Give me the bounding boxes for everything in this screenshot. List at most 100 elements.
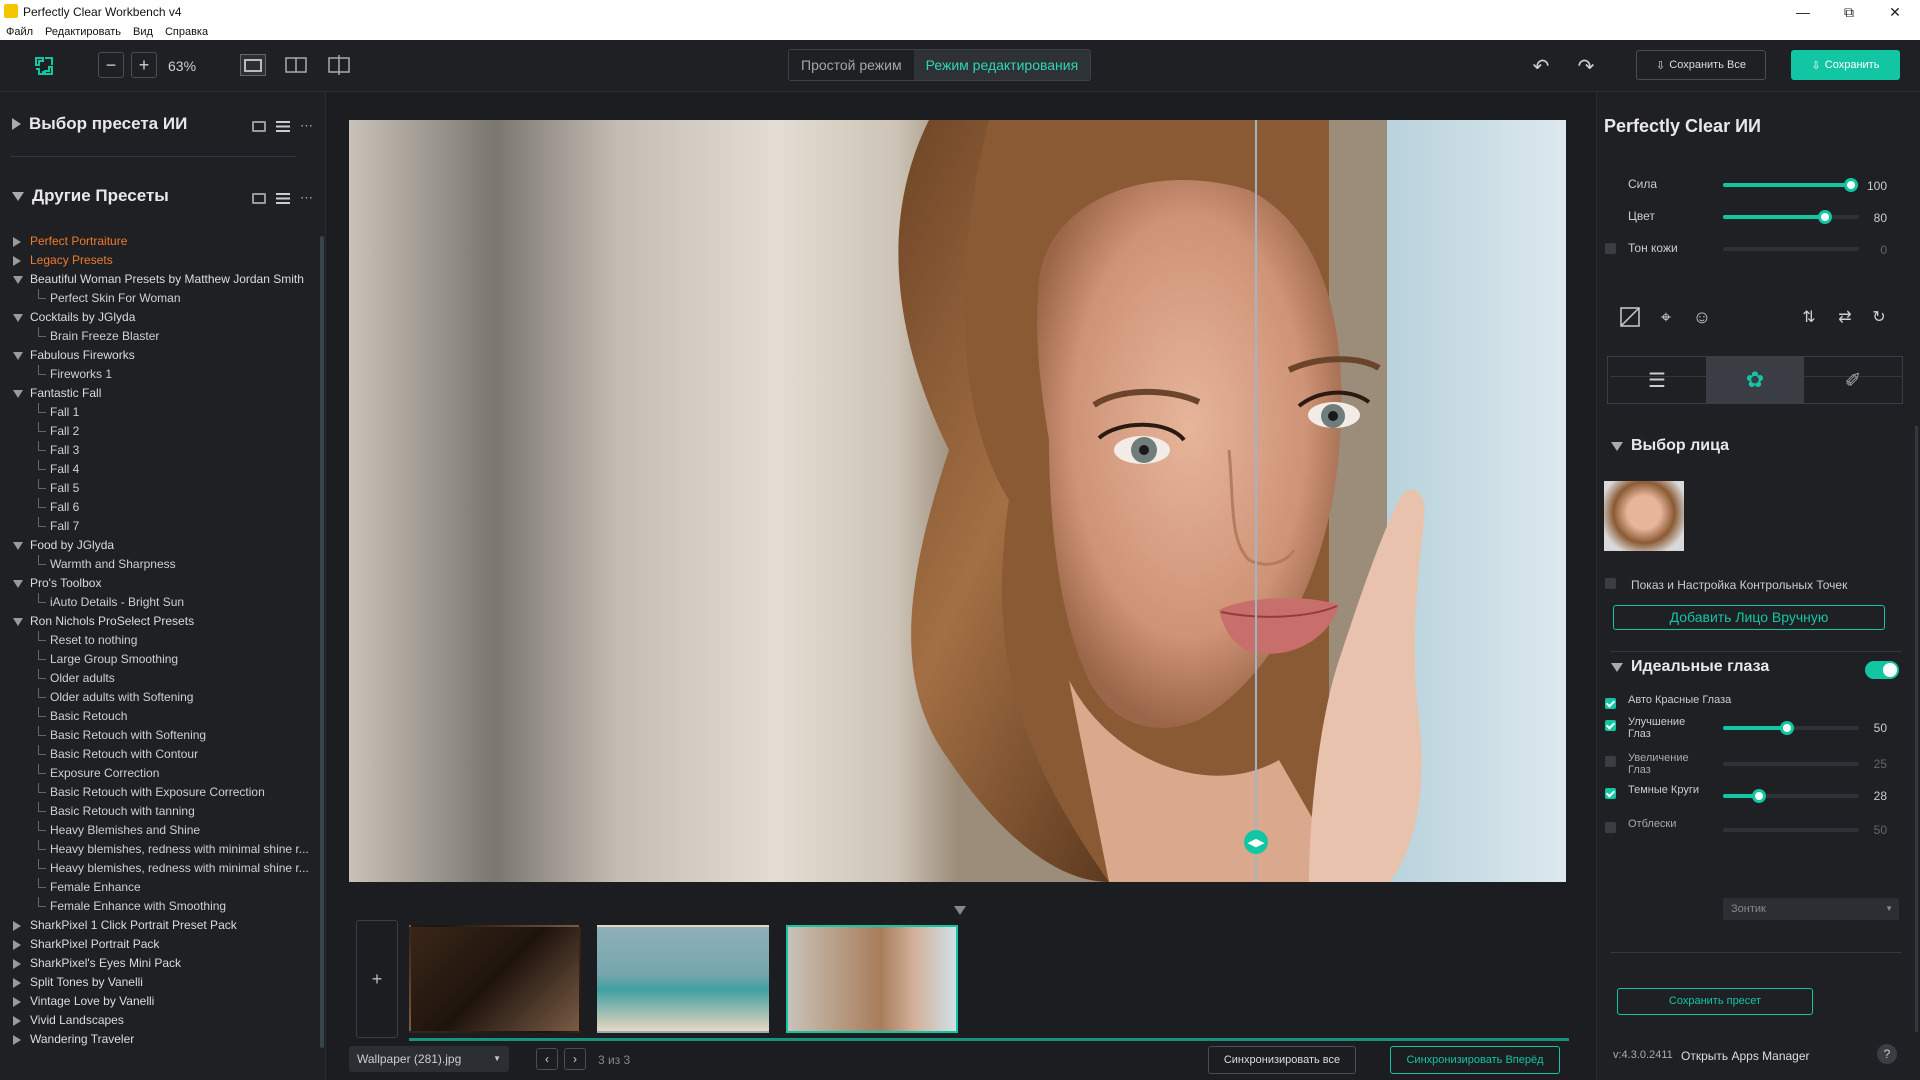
filmstrip-scrollbar[interactable] bbox=[409, 1038, 1569, 1041]
eye-option-slider[interactable] bbox=[1723, 721, 1859, 735]
preset-group[interactable]: SharkPixel 1 Click Portrait Preset Pack bbox=[0, 916, 320, 935]
eye-option-checkbox[interactable] bbox=[1605, 822, 1616, 833]
slider-track[interactable] bbox=[1723, 247, 1859, 251]
zoom-out-button[interactable]: − bbox=[98, 52, 124, 78]
rotate-icon[interactable]: ↻ bbox=[1868, 306, 1890, 328]
eye-option-checkbox[interactable] bbox=[1605, 720, 1616, 731]
preset-group[interactable]: Vintage Love by Vanelli bbox=[0, 992, 320, 1011]
filmstrip-thumb-1[interactable] bbox=[409, 925, 581, 1033]
undo-icon[interactable]: ↶ bbox=[1529, 54, 1553, 78]
tab-face-icon[interactable]: ✿ bbox=[1706, 357, 1804, 403]
list-view-icon[interactable] bbox=[276, 192, 290, 204]
preset-item[interactable]: Basic Retouch with Exposure Correction bbox=[0, 783, 320, 802]
list-view-icon[interactable] bbox=[276, 120, 290, 132]
preset-item[interactable]: Fall 3 bbox=[0, 441, 320, 460]
menu-edit[interactable]: Редактировать bbox=[39, 24, 127, 40]
preset-item[interactable]: Basic Retouch with Contour bbox=[0, 745, 320, 764]
preset-item[interactable]: Heavy blemishes, redness with minimal sh… bbox=[0, 840, 320, 859]
mode-edit-tab[interactable]: Режим редактирования bbox=[913, 50, 1091, 80]
preset-item[interactable]: Perfect Skin For Woman bbox=[0, 289, 320, 308]
adjustments-scrollbar[interactable] bbox=[1915, 426, 1918, 1032]
collapse-icon[interactable] bbox=[13, 542, 23, 550]
preset-group[interactable]: Vivid Landscapes bbox=[0, 1011, 320, 1030]
preset-group[interactable]: Split Tones by Vanelli bbox=[0, 973, 320, 992]
slider-track[interactable] bbox=[1723, 178, 1859, 192]
preset-item[interactable]: Exposure Correction bbox=[0, 764, 320, 783]
mode-simple-tab[interactable]: Простой режим bbox=[789, 50, 914, 80]
sync-forward-button[interactable]: Синхронизировать Вперёд bbox=[1390, 1046, 1560, 1074]
preset-group[interactable]: Legacy Presets bbox=[0, 251, 320, 270]
preset-item[interactable]: Brain Freeze Blaster bbox=[0, 327, 320, 346]
expand-icon[interactable] bbox=[13, 959, 21, 969]
expand-icon[interactable] bbox=[13, 237, 21, 247]
photo-preview[interactable]: ◀▶ bbox=[349, 120, 1566, 882]
more-options-icon[interactable]: ⋯ bbox=[300, 190, 313, 206]
save-all-button[interactable]: ⇩ Сохранить Все bbox=[1636, 50, 1766, 80]
preset-group[interactable]: SharkPixel's Eyes Mini Pack bbox=[0, 954, 320, 973]
preset-item[interactable]: Basic Retouch bbox=[0, 707, 320, 726]
eye-option-checkbox[interactable] bbox=[1605, 756, 1616, 767]
presets-scrollbar[interactable] bbox=[320, 236, 324, 1048]
eye-option-slider[interactable] bbox=[1723, 828, 1859, 832]
crop-icon[interactable]: ⌖ bbox=[1655, 306, 1677, 328]
collapse-icon[interactable] bbox=[13, 352, 23, 360]
preset-group[interactable]: Cocktails by JGlyda bbox=[0, 308, 320, 327]
preset-group[interactable]: Beautiful Woman Presets by Matthew Jorda… bbox=[0, 270, 320, 289]
collapse-icon[interactable] bbox=[13, 276, 23, 284]
preset-group[interactable]: Ron Nichols ProSelect Presets bbox=[0, 612, 320, 631]
preset-item[interactable]: Fall 4 bbox=[0, 460, 320, 479]
preset-group[interactable]: SharkPixel Portrait Pack bbox=[0, 935, 320, 954]
compare-split-handle-icon[interactable]: ◀▶ bbox=[1244, 830, 1268, 854]
add-face-button[interactable]: Добавить Лицо Вручную bbox=[1613, 605, 1885, 630]
minimize-button[interactable]: — bbox=[1780, 0, 1826, 24]
preset-item[interactable]: Female Enhance bbox=[0, 878, 320, 897]
menu-help[interactable]: Справка bbox=[159, 24, 214, 40]
add-image-button[interactable]: + bbox=[356, 920, 398, 1038]
catchlight-select[interactable]: Зонтик ▼ bbox=[1723, 898, 1899, 920]
help-icon[interactable]: ? bbox=[1877, 1044, 1897, 1064]
preset-item[interactable]: Fall 6 bbox=[0, 498, 320, 517]
expand-icon[interactable] bbox=[13, 256, 21, 266]
close-button[interactable]: ✕ bbox=[1872, 0, 1918, 24]
preset-item[interactable]: Basic Retouch with tanning bbox=[0, 802, 320, 821]
filmstrip-thumb-3-selected[interactable] bbox=[786, 925, 958, 1033]
slider-track[interactable] bbox=[1723, 210, 1859, 224]
slider-knob[interactable] bbox=[1751, 789, 1766, 803]
preset-group[interactable]: Fantastic Fall bbox=[0, 384, 320, 403]
ai-presets-header[interactable]: Выбор пресета ИИ bbox=[12, 114, 187, 134]
collapse-icon[interactable] bbox=[13, 618, 23, 626]
flip-vertical-icon[interactable]: ⇅ bbox=[1798, 306, 1820, 328]
expand-icon[interactable] bbox=[13, 921, 21, 931]
preset-item[interactable]: Female Enhance with Smoothing bbox=[0, 897, 320, 916]
preset-group[interactable]: Fabulous Fireworks bbox=[0, 346, 320, 365]
slider-knob[interactable] bbox=[1818, 210, 1833, 224]
preset-item[interactable]: Fall 7 bbox=[0, 517, 320, 536]
menu-view[interactable]: Вид bbox=[127, 24, 159, 40]
maximize-button[interactable]: ⧉ bbox=[1826, 0, 1872, 24]
prev-image-button[interactable]: ‹ bbox=[536, 1048, 558, 1070]
open-apps-manager-link[interactable]: Открыть Apps Manager bbox=[1681, 1049, 1810, 1063]
preset-item[interactable]: Older adults with Softening bbox=[0, 688, 320, 707]
flip-horizontal-icon[interactable]: ⇄ bbox=[1834, 306, 1856, 328]
perfect-eyes-toggle[interactable] bbox=[1865, 661, 1899, 679]
eye-option-checkbox[interactable] bbox=[1605, 698, 1616, 709]
sync-all-button[interactable]: Синхронизировать все bbox=[1208, 1046, 1356, 1074]
preset-group[interactable]: Perfect Portraiture bbox=[0, 232, 320, 251]
zoom-in-button[interactable]: + bbox=[131, 52, 157, 78]
tab-sliders-icon[interactable]: ☰ bbox=[1608, 357, 1706, 403]
preset-item[interactable]: Large Group Smoothing bbox=[0, 650, 320, 669]
grid-view-icon[interactable] bbox=[252, 120, 266, 132]
slider-knob[interactable] bbox=[1844, 178, 1858, 192]
tab-brush-icon[interactable]: ✐ bbox=[1804, 357, 1902, 403]
face-selection-header[interactable]: Выбор лица bbox=[1611, 437, 1729, 455]
more-options-icon[interactable]: ⋯ bbox=[300, 118, 313, 134]
collapse-icon[interactable] bbox=[13, 580, 23, 588]
menu-file[interactable]: Файл bbox=[0, 24, 39, 40]
eye-option-slider[interactable] bbox=[1723, 789, 1859, 803]
preset-item[interactable]: iAuto Details - Bright Sun bbox=[0, 593, 320, 612]
face-thumbnail[interactable] bbox=[1604, 481, 1684, 551]
preset-group[interactable]: Pro's Toolbox bbox=[0, 574, 320, 593]
app-home-icon[interactable] bbox=[32, 54, 56, 78]
split-view-icon[interactable] bbox=[326, 54, 352, 76]
expand-icon[interactable] bbox=[13, 940, 21, 950]
